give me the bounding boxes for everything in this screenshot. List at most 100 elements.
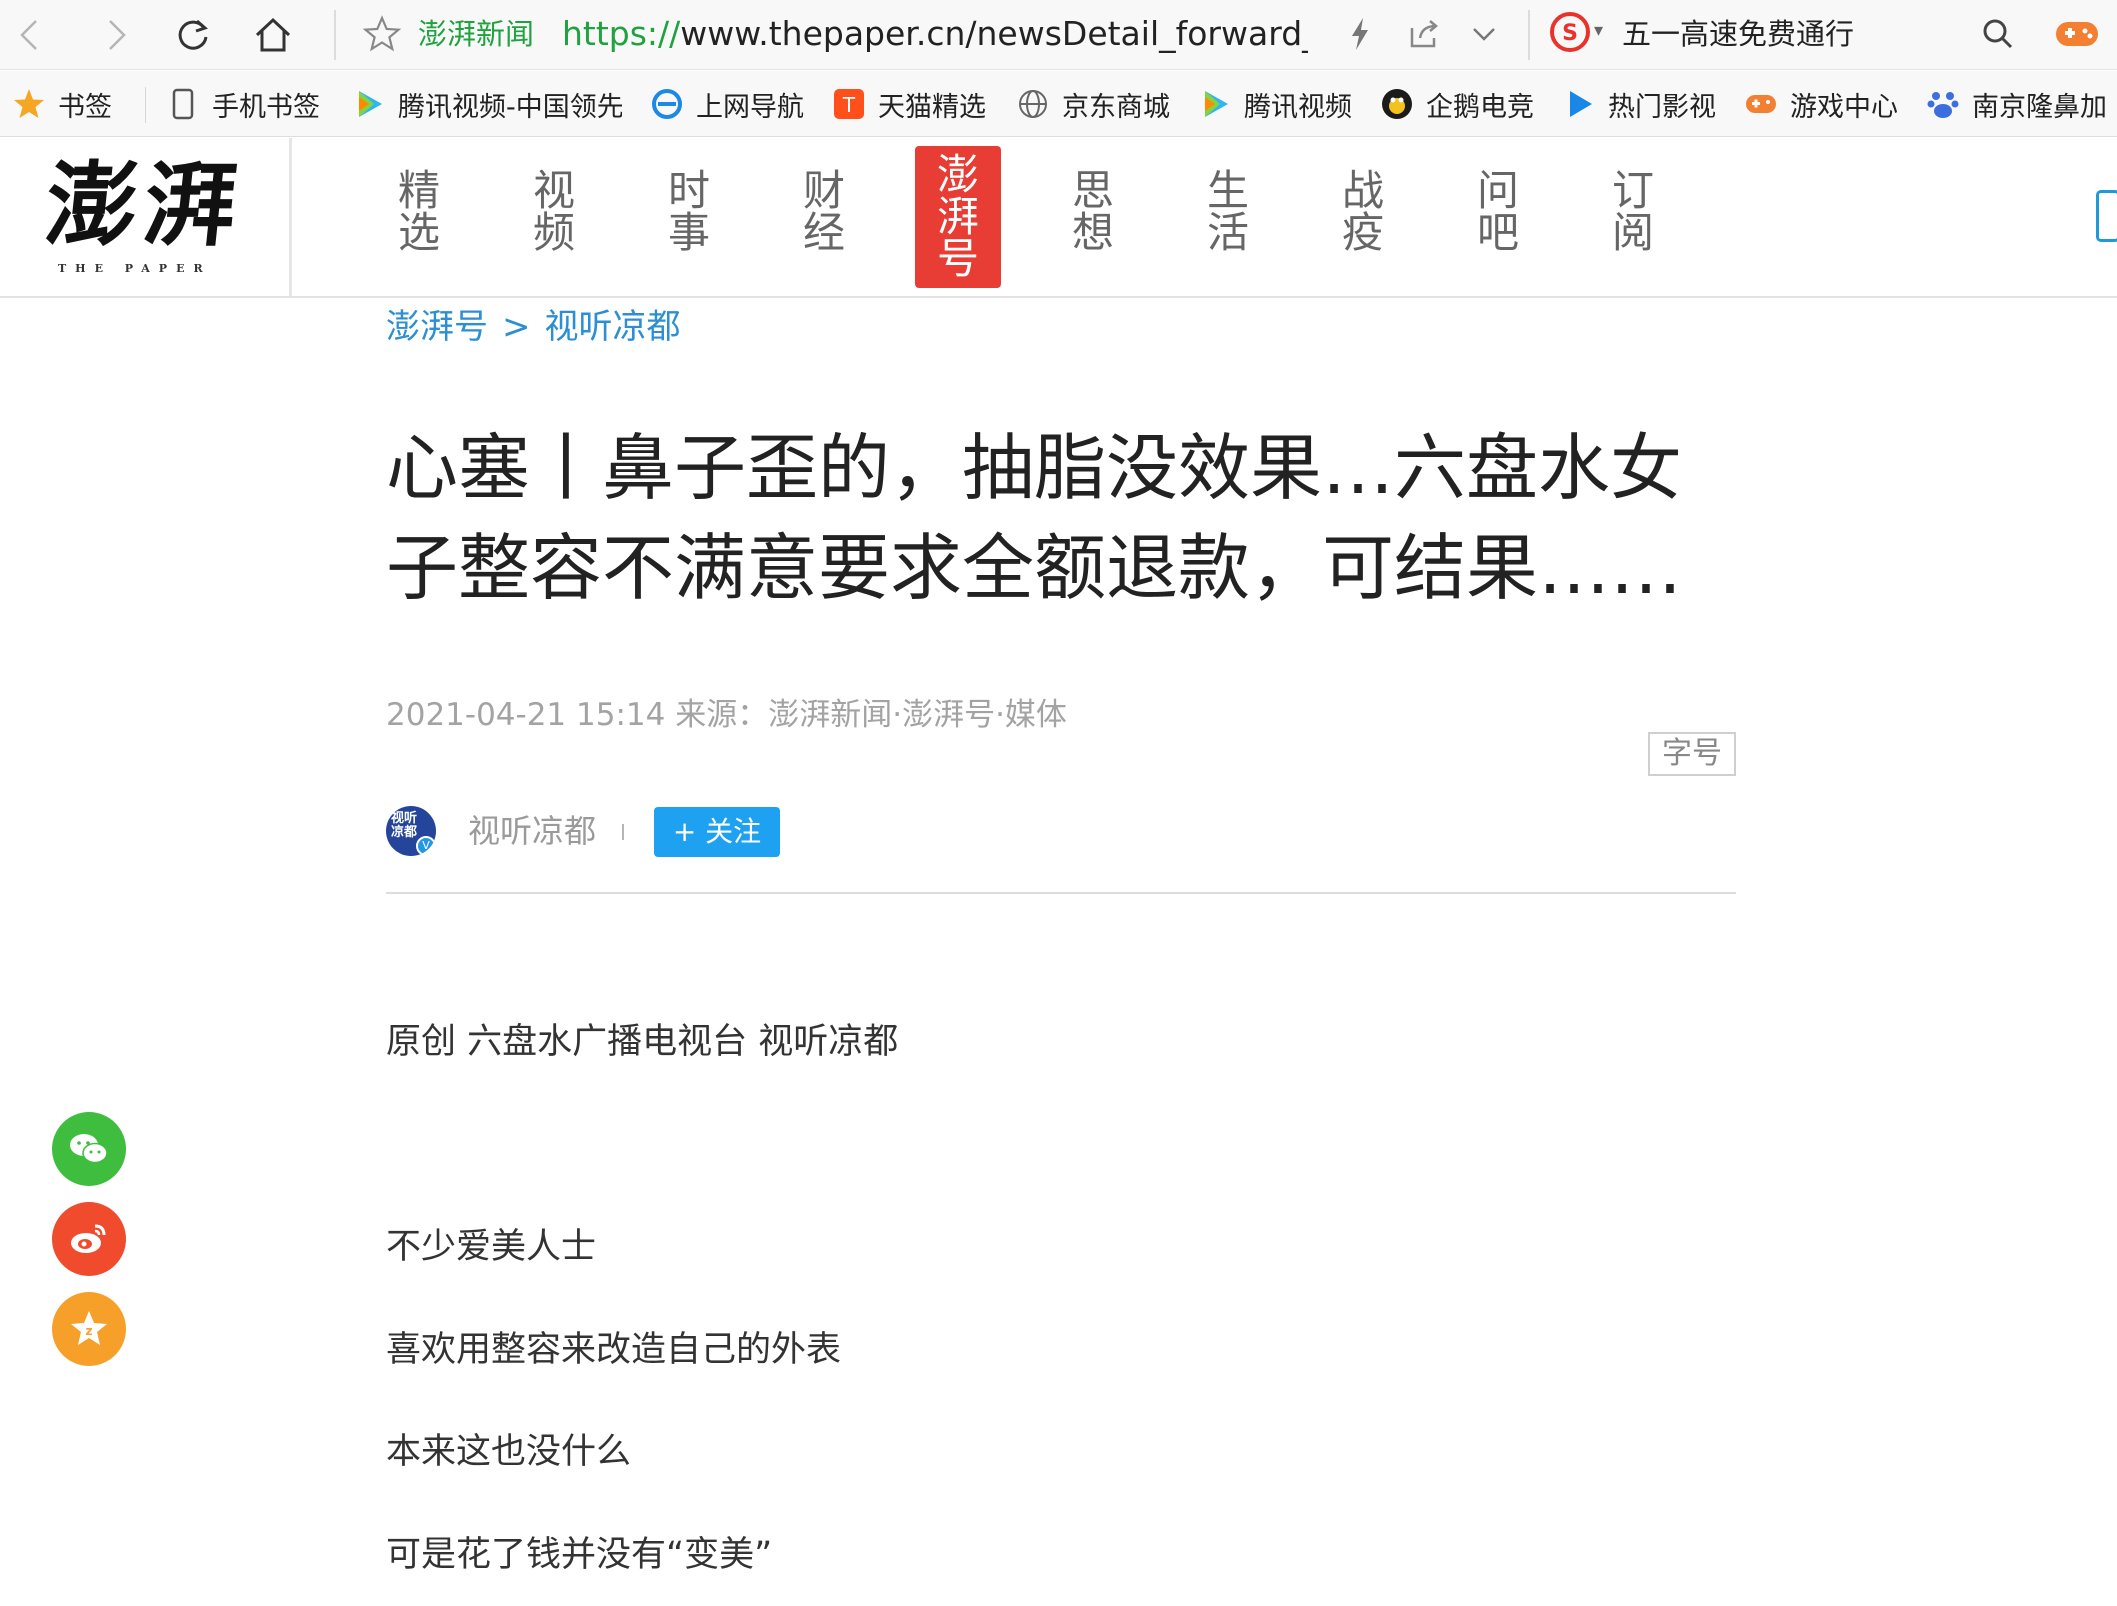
back-button[interactable] [4,8,58,62]
nav-tab[interactable]: 生活 [1201,170,1255,254]
wechat-icon [70,1134,108,1164]
logo-subtitle: THE PAPER [58,262,212,275]
sogou-search-icon[interactable]: S [1548,10,1592,54]
bookmark-item[interactable]: 热门影视 [1562,71,1716,136]
article-paragraph: 可是花了钱并没有“变美” [386,1535,773,1575]
follow-button[interactable]: + 关注 [654,807,780,857]
home-icon [255,17,291,52]
bookmark-item[interactable]: 腾讯视频 [1198,71,1352,136]
back-arrow-icon [20,20,37,50]
phone-icon [172,88,194,120]
svg-text:T: T [842,93,856,117]
nav-tab[interactable]: 战疫 [1336,170,1390,254]
avatar[interactable]: 视听凉都 V [386,806,436,856]
site-header: 澎湃 THE PAPER 精选 视频 时事 财经 澎湃号 思想 生活 战疫 问吧… [0,138,2117,298]
bookmark-label: 书签 [58,91,112,123]
bookmark-item[interactable]: 书签 [12,71,112,136]
bookmark-label: 热门影视 [1608,91,1716,123]
qzone-star-icon: z [71,1311,107,1345]
article-meta: 2021-04-21 15:14 来源：澎湃新闻·澎湃号·媒体 [386,690,1067,740]
tmall-icon: T [834,89,864,119]
site-logo[interactable]: 澎湃 THE PAPER [0,138,292,296]
svg-text:S: S [1562,21,1578,46]
search-engine-caret-icon[interactable]: ▾ [1594,20,1603,41]
address-bar[interactable]: https://www.thepaper.cn/newsDetail_forwa… [562,12,1308,56]
content-divider [386,892,1736,894]
bookmark-item[interactable]: T 天猫精选 [832,71,986,136]
font-size-button[interactable]: 字号 [1648,732,1736,776]
breadcrumb-link[interactable]: 澎湃号 [386,307,488,347]
bookmark-label: 游戏中心 [1790,91,1898,123]
toolbar-separator [334,10,336,60]
publish-datetime: 2021-04-21 15:14 [386,697,666,733]
bookmark-item[interactable]: 手机书签 [166,71,320,136]
article-title: 心塞丨鼻子歪的，抽脂没效果…六盘水女子整容不满意要求全额退款，可结果…… [386,426,1683,610]
article-paragraph: 本来这也没什么 [386,1432,632,1472]
chevron-down-icon[interactable] [1464,14,1504,54]
bookmark-label: 腾讯视频-中国领先 [398,91,622,123]
star-icon [14,89,44,118]
bookmark-item[interactable]: 企鹅电竞 [1380,71,1534,136]
globe-icon [1019,90,1047,118]
article-paragraph: 不少爱美人士 [386,1227,597,1267]
play-icon [1570,91,1592,117]
nav-tab-active[interactable]: 澎湃号 [915,146,1001,288]
game-center-icon[interactable] [2052,12,2102,56]
nav-tab[interactable]: 视频 [527,170,581,254]
nav-tab[interactable]: 思想 [1066,170,1120,254]
search-icon[interactable] [1976,12,2020,56]
tencent-video-icon [359,91,382,117]
gamepad-icon [1746,95,1776,113]
verified-badge-icon: V [416,836,436,856]
bookmark-item[interactable]: 南京隆鼻加 [1926,71,2107,136]
nav-tab[interactable]: 问吧 [1471,170,1525,254]
reload-icon [178,19,208,50]
bookmark-label: 京东商城 [1062,91,1170,123]
nav-tab-label: 澎湃号 [936,150,979,283]
share-icon[interactable] [1404,14,1444,54]
bookmark-item[interactable]: 京东商城 [1016,71,1170,136]
article-paragraph: 喜欢用整容来改造自己的外表 [386,1330,842,1370]
url-scheme: https:// [562,14,681,53]
penguin-icon [1382,89,1412,119]
tencent-video-icon [1205,91,1228,117]
forward-arrow-icon [109,20,126,50]
bookmark-item[interactable]: 游戏中心 [1744,71,1898,136]
author-divider [622,824,624,840]
nav-tab[interactable]: 时事 [662,170,716,254]
reload-button[interactable] [166,8,220,62]
favorite-star-icon[interactable] [362,14,402,54]
article-source: 来源：澎湃新闻·澎湃号·媒体 [675,697,1067,733]
browser-toolbar: 澎湃新闻 https://www.thepaper.cn/newsDetail_… [0,0,2117,70]
bookmark-label: 南京隆鼻加 [1972,91,2107,123]
forward-button[interactable] [88,8,142,62]
mobile-icon[interactable] [2096,190,2117,242]
bookmark-label: 手机书签 [212,91,320,123]
baidu-icon [1927,92,1959,118]
search-box[interactable]: 五一高速免费通行 [1622,14,1854,54]
bookmark-label: 天猫精选 [878,91,986,123]
share-qzone-button[interactable]: z [52,1292,126,1366]
author-row: 视听凉都 V 视听凉都 + 关注 [386,806,1736,858]
article-paragraph: 原创 六盘水广播电视台 视听凉都 [386,1022,899,1062]
lightning-icon[interactable] [1340,14,1380,54]
svg-text:z: z [86,1324,93,1338]
site-identity[interactable]: 澎湃新闻 [418,14,534,54]
breadcrumb: 澎湃号 > 视听凉都 [386,300,681,354]
avatar-text: 视听凉都 [391,811,418,840]
share-wechat-button[interactable] [52,1112,126,1186]
nav-tab[interactable]: 精选 [392,170,446,254]
author-name[interactable]: 视听凉都 [468,806,596,856]
breadcrumb-link[interactable]: 视听凉都 [545,307,681,347]
nav-tab[interactable]: 订阅 [1606,170,1660,254]
logo-text: 澎湃 [40,151,248,259]
bookmark-label: 企鹅电竞 [1426,91,1534,123]
bookmark-item[interactable]: 上网导航 [650,71,804,136]
toolbar-separator [1528,10,1530,60]
bookmark-label: 腾讯视频 [1244,91,1352,123]
share-weibo-button[interactable] [52,1202,126,1276]
home-button[interactable] [246,8,300,62]
nav-tab[interactable]: 财经 [797,170,851,254]
bookmark-item[interactable]: 腾讯视频-中国领先 [352,71,622,136]
weibo-icon [71,1224,106,1253]
